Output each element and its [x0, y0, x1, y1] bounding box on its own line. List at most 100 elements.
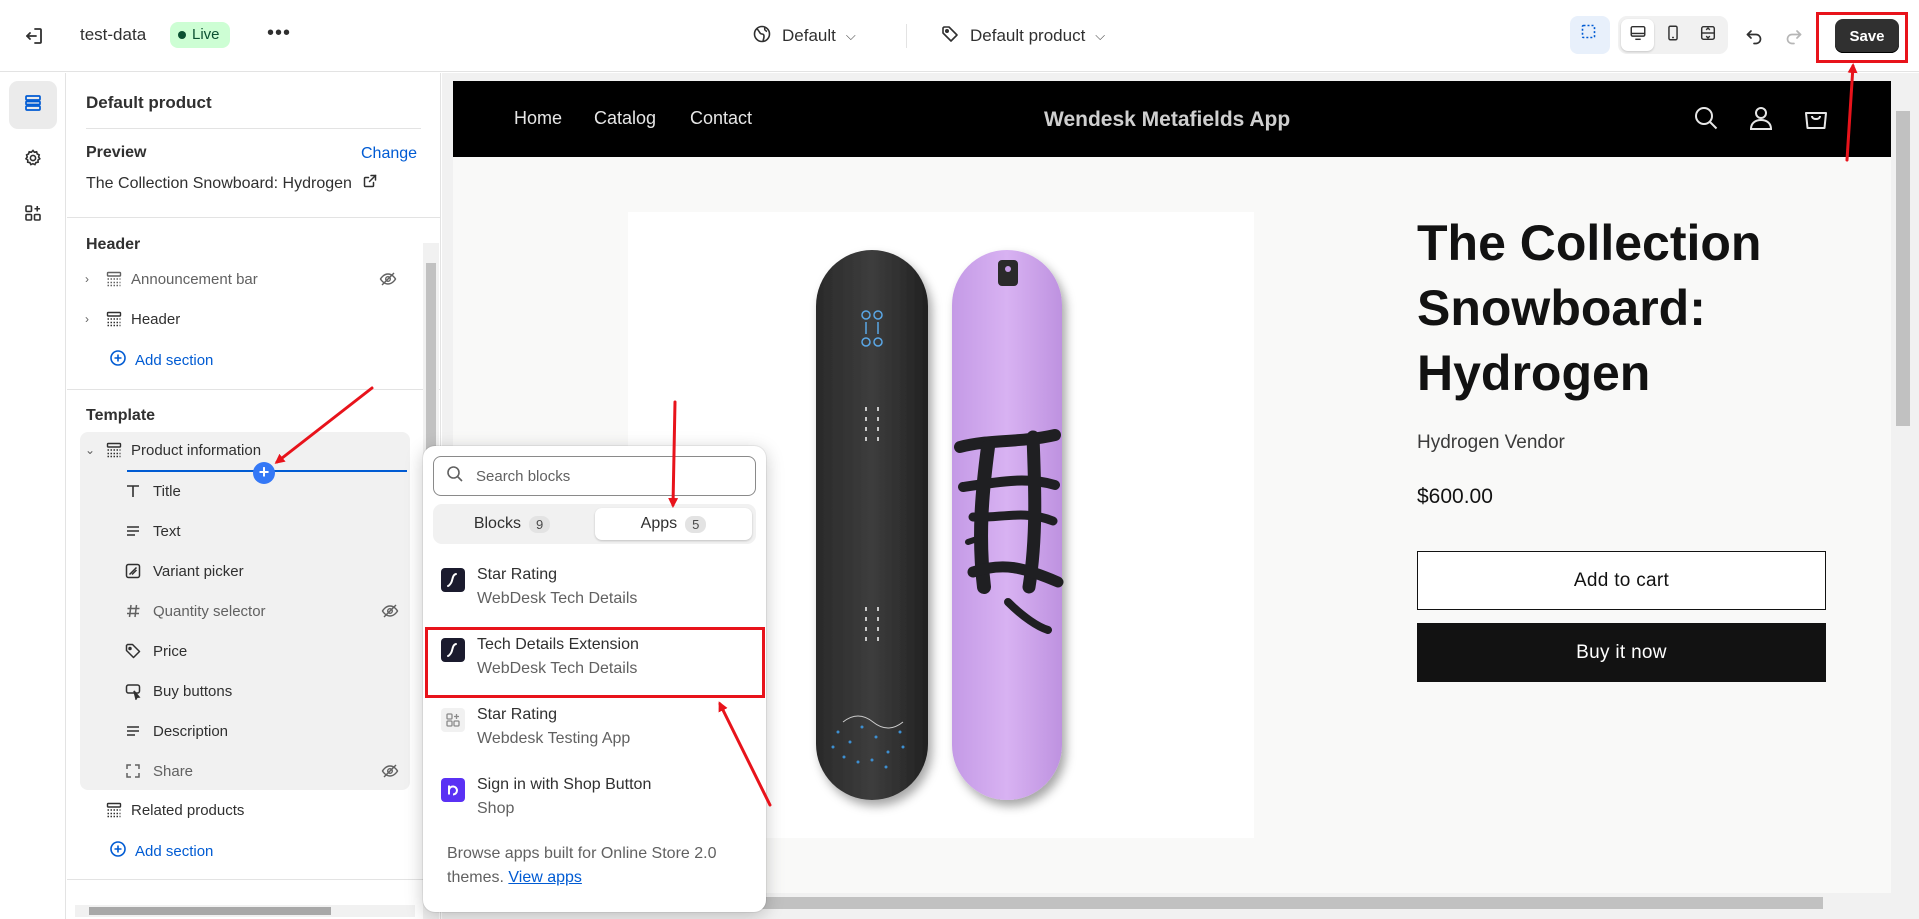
- browse-apps-note: Browse apps built for Online Store 2.0 t…: [447, 842, 747, 890]
- app-block-star-rating[interactable]: Star Rating WebDesk Tech Details: [435, 558, 755, 618]
- preview-label: Preview: [86, 144, 147, 161]
- template-selector[interactable]: Default product ⌵: [940, 22, 1105, 50]
- section-icon: [105, 270, 123, 288]
- app-block-sign-in-with-shop[interactable]: Sign in with Shop Button Shop: [435, 768, 755, 828]
- block-label: Variant picker: [153, 562, 244, 580]
- add-section-template-button[interactable]: Add section: [109, 840, 213, 862]
- sidebar-divider: [67, 389, 440, 390]
- view-apps-link[interactable]: View apps: [508, 869, 582, 886]
- section-label: Related products: [131, 801, 245, 819]
- search-icon[interactable]: [1691, 103, 1721, 133]
- tag-icon: [940, 24, 960, 49]
- theme-selector[interactable]: Default ⌵: [752, 22, 856, 50]
- scrollbar-thumb[interactable]: [1896, 111, 1910, 426]
- block-variant-picker[interactable]: Variant picker: [79, 551, 409, 591]
- inspector-toggle-button[interactable]: [1570, 16, 1610, 54]
- nav-link-home[interactable]: Home: [514, 108, 562, 129]
- section-header[interactable]: › Header: [79, 300, 409, 338]
- eye-hidden-icon[interactable]: [381, 762, 399, 784]
- block-title[interactable]: Title: [79, 471, 409, 511]
- block-label: Description: [153, 722, 229, 740]
- shop-logo-icon: [441, 778, 465, 802]
- section-label: Announcement bar: [131, 270, 258, 288]
- section-announcement-bar[interactable]: › Announcement bar: [79, 260, 409, 298]
- undo-icon[interactable]: [1740, 22, 1768, 50]
- nav-link-catalog[interactable]: Catalog: [594, 108, 656, 129]
- preview-vertical-scrollbar[interactable]: [1892, 81, 1914, 893]
- share-frame-icon: [123, 761, 143, 781]
- tab-blocks[interactable]: Blocks 9: [437, 508, 587, 540]
- product-title[interactable]: The Collection Snowboard: Hydrogen: [1417, 211, 1837, 406]
- redo-icon[interactable]: [1780, 22, 1808, 50]
- button-cursor-icon: [123, 681, 143, 701]
- buy-it-now-button[interactable]: Buy it now: [1417, 623, 1826, 682]
- change-preview-link[interactable]: Change: [361, 145, 417, 163]
- gear-icon: [23, 148, 43, 173]
- add-section-label: Add section: [135, 842, 214, 860]
- tab-label: Apps: [640, 515, 678, 532]
- block-label: Quantity selector: [153, 602, 266, 620]
- sections-sidebar: Default product Preview Change The Colle…: [67, 73, 441, 919]
- theme-settings-rail-button[interactable]: [9, 136, 57, 184]
- app-block-star-rating-testing[interactable]: Star Rating Webdesk Testing App: [435, 698, 755, 758]
- block-description[interactable]: Description: [79, 711, 409, 751]
- block-quantity-selector[interactable]: Quantity selector: [79, 591, 409, 631]
- sidebar-divider: [67, 879, 440, 880]
- search-blocks-input[interactable]: Search blocks: [433, 456, 756, 496]
- tech-details-annotation-box: [425, 627, 765, 698]
- add-to-cart-button[interactable]: Add to cart: [1417, 551, 1826, 610]
- desktop-view-button[interactable]: [1621, 19, 1655, 51]
- eye-hidden-icon[interactable]: [381, 602, 399, 624]
- save-annotation-box: [1816, 12, 1908, 63]
- tab-apps[interactable]: Apps 5: [595, 508, 752, 540]
- section-related-products[interactable]: Related products: [79, 791, 409, 829]
- fullwidth-view-button[interactable]: [1692, 19, 1725, 51]
- editor-rail: [0, 73, 66, 919]
- section-icon: [105, 441, 123, 459]
- search-placeholder: Search blocks: [476, 467, 571, 485]
- block-share[interactable]: Share: [79, 751, 409, 791]
- section-icon: [105, 310, 123, 328]
- apps-rail-button[interactable]: [9, 191, 57, 239]
- external-link-icon: [362, 173, 378, 194]
- exit-icon[interactable]: [22, 24, 46, 48]
- nav-link-contact[interactable]: Contact: [690, 108, 752, 129]
- section-label: Header: [131, 310, 181, 328]
- topbar-divider: [906, 24, 907, 48]
- block-price[interactable]: Price: [79, 631, 409, 671]
- preview-product[interactable]: The Collection Snowboard: Hydrogen: [86, 173, 378, 194]
- add-section-label: Add section: [135, 351, 214, 369]
- app-block-provider: WebDesk Tech Details: [477, 590, 638, 607]
- sidebar-horizontal-scrollbar[interactable]: [75, 905, 415, 917]
- tab-label: Blocks: [473, 515, 521, 532]
- device-preview-group: [1618, 16, 1728, 54]
- more-actions-button[interactable]: •••: [264, 22, 294, 48]
- header-group-heading: Header: [86, 236, 141, 253]
- add-section-header-button[interactable]: Add section: [109, 349, 213, 371]
- text-lines-icon: [123, 721, 143, 741]
- block-label: Text: [153, 522, 181, 540]
- price-tag-icon: [123, 641, 143, 661]
- mobile-view-button[interactable]: [1656, 19, 1689, 51]
- block-text[interactable]: Text: [79, 511, 409, 551]
- sections-rail-button[interactable]: [9, 81, 57, 129]
- block-label: Share: [153, 762, 194, 780]
- store-brand[interactable]: Wendesk Metafields App: [1044, 108, 1290, 132]
- chevron-right-icon: ›: [85, 312, 89, 326]
- cart-icon[interactable]: [1801, 103, 1831, 133]
- store-header: Home Catalog Contact Wendesk Metafields …: [453, 81, 1891, 157]
- chevron-right-icon: ›: [85, 272, 89, 286]
- variant-picker-icon: [123, 561, 143, 581]
- account-icon[interactable]: [1746, 103, 1776, 133]
- scrollbar-thumb[interactable]: [89, 907, 331, 915]
- app-block-name: Star Rating: [477, 566, 558, 583]
- eye-hidden-icon[interactable]: [379, 270, 397, 292]
- expand-icon: [1699, 24, 1717, 47]
- section-product-information[interactable]: ⌄ Product information: [79, 431, 409, 469]
- sidebar-title: Default product: [86, 93, 212, 112]
- block-buy-buttons[interactable]: Buy buttons: [79, 671, 409, 711]
- live-label: Live: [192, 26, 220, 43]
- search-icon: [446, 465, 464, 487]
- template-label: Default product: [970, 26, 1086, 45]
- store-name: test-data: [80, 25, 147, 44]
